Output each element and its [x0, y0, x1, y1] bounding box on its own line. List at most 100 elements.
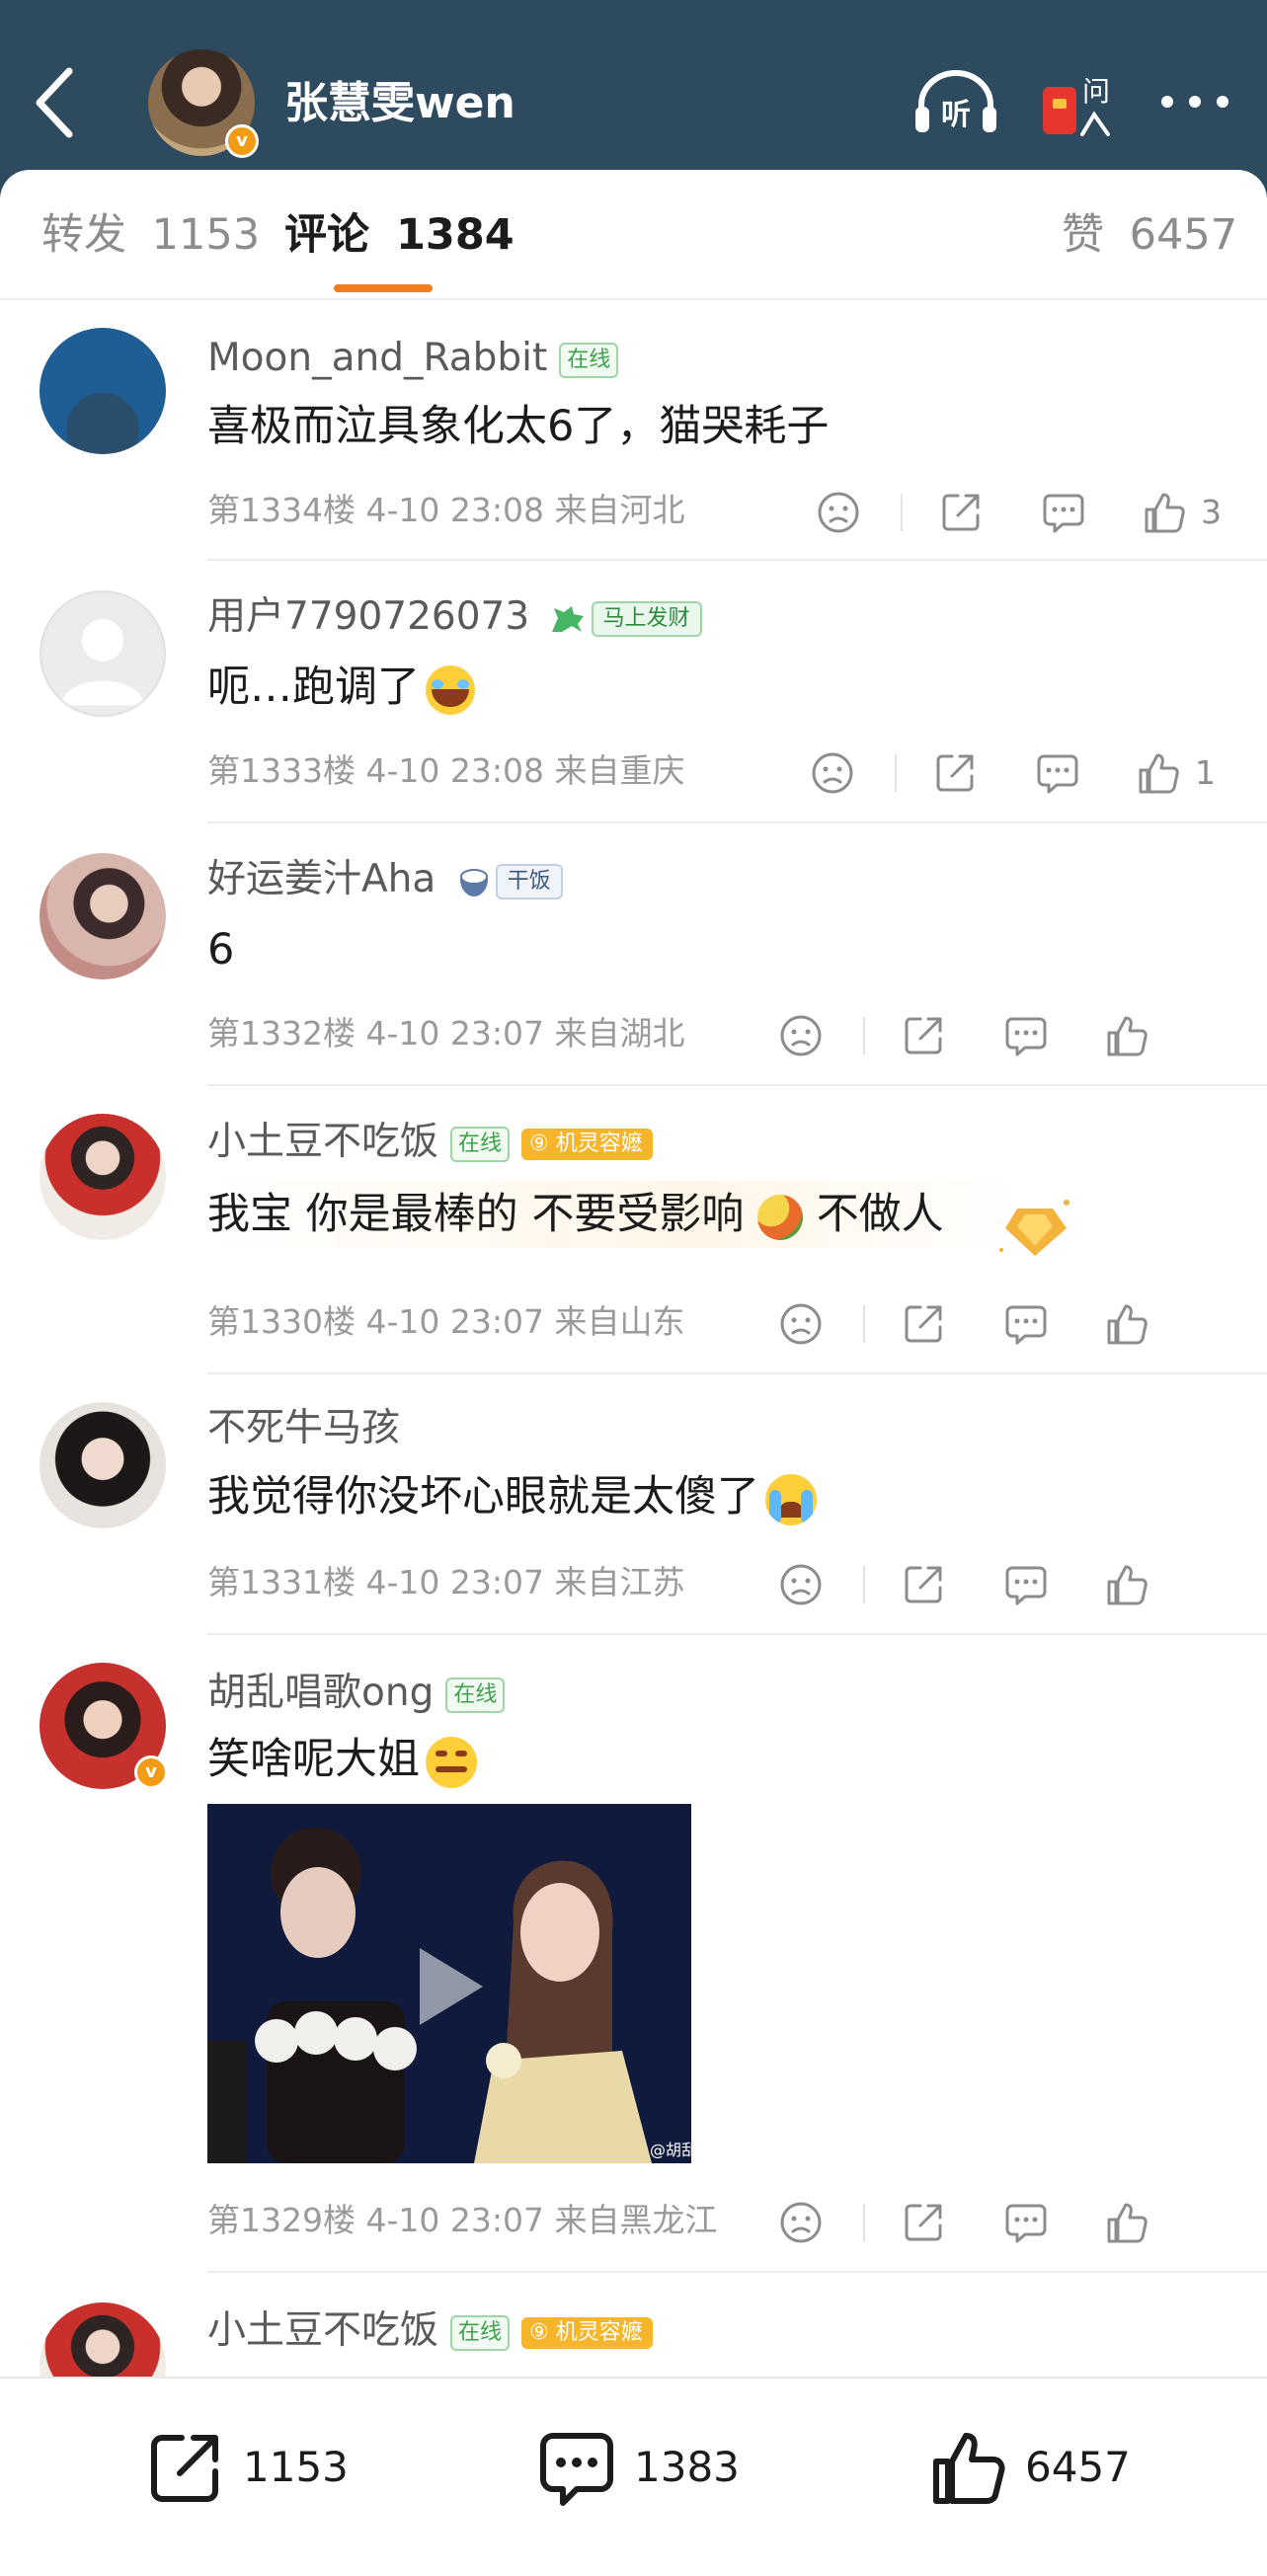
tab-comment[interactable]: 评论 1384: [284, 205, 515, 265]
share-icon[interactable]: [901, 2200, 946, 2245]
like-icon: [933, 2433, 1005, 2504]
comment-text-part-a: 我宝 你是最棒的 不要受影响: [207, 1190, 745, 1239]
comment-username[interactable]: 好运姜汁Aha 干饭: [207, 853, 563, 906]
comment-action[interactable]: 1383: [537, 2428, 754, 2507]
avatar[interactable]: [40, 590, 166, 717]
username-text: 不死牛马孩: [207, 1406, 401, 1450]
default-avatar-icon: [60, 619, 145, 706]
like-icon[interactable]: [1104, 2200, 1149, 2245]
like-icon[interactable]: [1104, 1562, 1149, 1607]
like-count: 3: [1201, 493, 1222, 531]
back-icon[interactable]: [28, 61, 83, 144]
action-separator: [863, 1017, 865, 1054]
like-icon[interactable]: [1104, 1301, 1149, 1347]
comment-username[interactable]: 小土豆不吃饭 在线 ⑨ 机灵容嬷: [207, 2304, 653, 2358]
reply-icon[interactable]: [1003, 1013, 1049, 1058]
ask-redpacket-icon[interactable]: 问: [1039, 65, 1114, 140]
food-badge: 干饭: [495, 863, 563, 899]
play-icon[interactable]: [410, 1942, 489, 2031]
level-badge-text: 机灵容嬷: [555, 1131, 643, 1156]
share-icon[interactable]: [901, 1301, 946, 1347]
share-icon[interactable]: [938, 490, 984, 535]
dislike-icon[interactable]: [778, 1562, 824, 1607]
reply-icon[interactable]: [1041, 490, 1086, 535]
tab-like-label: 赞: [1062, 210, 1104, 260]
horse-icon: [551, 605, 584, 632]
reply-icon[interactable]: [1035, 750, 1080, 796]
comment-username[interactable]: 不死牛马孩: [207, 1402, 400, 1455]
crying-emoji-icon: [765, 1473, 817, 1525]
action-separator: [901, 494, 903, 531]
like-icon[interactable]: [1104, 1013, 1149, 1058]
comment-text-content: 我觉得你没坏心眼就是太傻了: [207, 1472, 759, 1522]
comment-text-part-b: 不做人: [816, 1190, 944, 1239]
comment-text-content: 笑啥呢大姐: [207, 1735, 420, 1784]
username-text: 好运姜汁Aha: [207, 857, 436, 901]
dislike-icon[interactable]: [816, 490, 861, 535]
share-icon[interactable]: [932, 750, 978, 796]
reply-icon[interactable]: [1003, 2200, 1049, 2245]
repost-count: 1153: [243, 2443, 349, 2491]
avatar[interactable]: [40, 853, 166, 979]
comment-text: 我宝 你是最棒的 不要受影响 不做人: [198, 1181, 1023, 1248]
dislike-icon[interactable]: [778, 1301, 824, 1347]
like-icon[interactable]: [1136, 750, 1181, 796]
verified-icon: v: [134, 1756, 168, 1789]
comment-meta: 第1330楼 4-10 23:07 来自山东: [207, 1302, 685, 1341]
action-separator: [863, 1566, 865, 1603]
comment-meta: 第1332楼 4-10 23:07 来自湖北: [207, 1014, 685, 1053]
video-thumbnail[interactable]: @胡乱: [207, 1804, 691, 2163]
comment-username[interactable]: 用户7790726073 马上发财: [207, 590, 702, 644]
username-text: 用户7790726073: [207, 594, 530, 639]
tab-repost-label: 转发: [41, 210, 126, 260]
like-icon[interactable]: [1142, 490, 1187, 535]
comment-username[interactable]: Moon_and_Rabbit 在线: [207, 332, 619, 385]
repost-icon: [151, 2435, 218, 2502]
online-badge: 在线: [450, 1126, 511, 1162]
comment-text: 6: [207, 925, 235, 975]
video-watermark: @胡乱: [650, 2141, 691, 2159]
tab-comment-count: 1384: [395, 210, 515, 260]
ask-label: 问: [1082, 75, 1110, 108]
weibo-comments-screen: v 张慧雯wen 听 问 转发 1153 评论 1384 赞 6457 Moon…: [0, 0, 1267, 2576]
fortune-badge: 马上发财: [591, 600, 702, 637]
reply-icon[interactable]: [1003, 1301, 1049, 1347]
gem-decoration-icon: [999, 1200, 1069, 1256]
more-icon[interactable]: [1157, 87, 1232, 117]
avatar[interactable]: [40, 328, 166, 454]
repost-action[interactable]: 1153: [146, 2428, 363, 2507]
avatar[interactable]: [40, 1114, 166, 1240]
comment-text: 呃…跑调了: [207, 658, 475, 717]
dislike-icon[interactable]: [778, 1013, 824, 1058]
listen-label: 听: [941, 98, 971, 132]
share-icon[interactable]: [901, 1013, 946, 1058]
online-badge: 在线: [559, 342, 619, 378]
mango-emoji-icon: [757, 1194, 804, 1240]
tab-repost[interactable]: 转发 1153: [41, 205, 260, 265]
share-icon[interactable]: [901, 1562, 946, 1607]
listen-headphones-icon[interactable]: 听: [913, 69, 998, 136]
comment-divider: [207, 821, 1267, 823]
comment-text: 我觉得你没坏心眼就是太傻了: [207, 1467, 817, 1526]
smirk-emoji-icon: [426, 1736, 477, 1788]
dislike-icon[interactable]: [778, 2200, 824, 2245]
top-bar: v 张慧雯wen 听 问: [0, 0, 1267, 197]
comment-divider: [207, 559, 1267, 561]
dislike-icon[interactable]: [810, 750, 855, 796]
comment-divider: [207, 1372, 1267, 1374]
author-name[interactable]: 张慧雯wen: [284, 69, 515, 138]
author-avatar[interactable]: v: [148, 49, 259, 158]
like-count: 6457: [1025, 2443, 1131, 2491]
comment-username[interactable]: 胡乱唱歌ong 在线: [207, 1667, 506, 1720]
comment-username[interactable]: 小土豆不吃饭 在线 ⑨ 机灵容嬷: [207, 1116, 653, 1169]
like-action[interactable]: 6457: [928, 2428, 1146, 2507]
comment-meta: 第1333楼 4-10 23:08 来自重庆: [207, 751, 685, 790]
reply-icon[interactable]: [1003, 1562, 1049, 1607]
comment-icon: [540, 2433, 613, 2506]
username-text: 胡乱唱歌ong: [207, 1671, 435, 1715]
avatar[interactable]: v: [40, 1663, 168, 1789]
avatar[interactable]: [40, 1402, 166, 1528]
tab-like[interactable]: 赞 6457: [1062, 205, 1237, 265]
level-badge: ⑨ 机灵容嬷: [521, 1128, 653, 1160]
comment-divider: [207, 2271, 1267, 2273]
